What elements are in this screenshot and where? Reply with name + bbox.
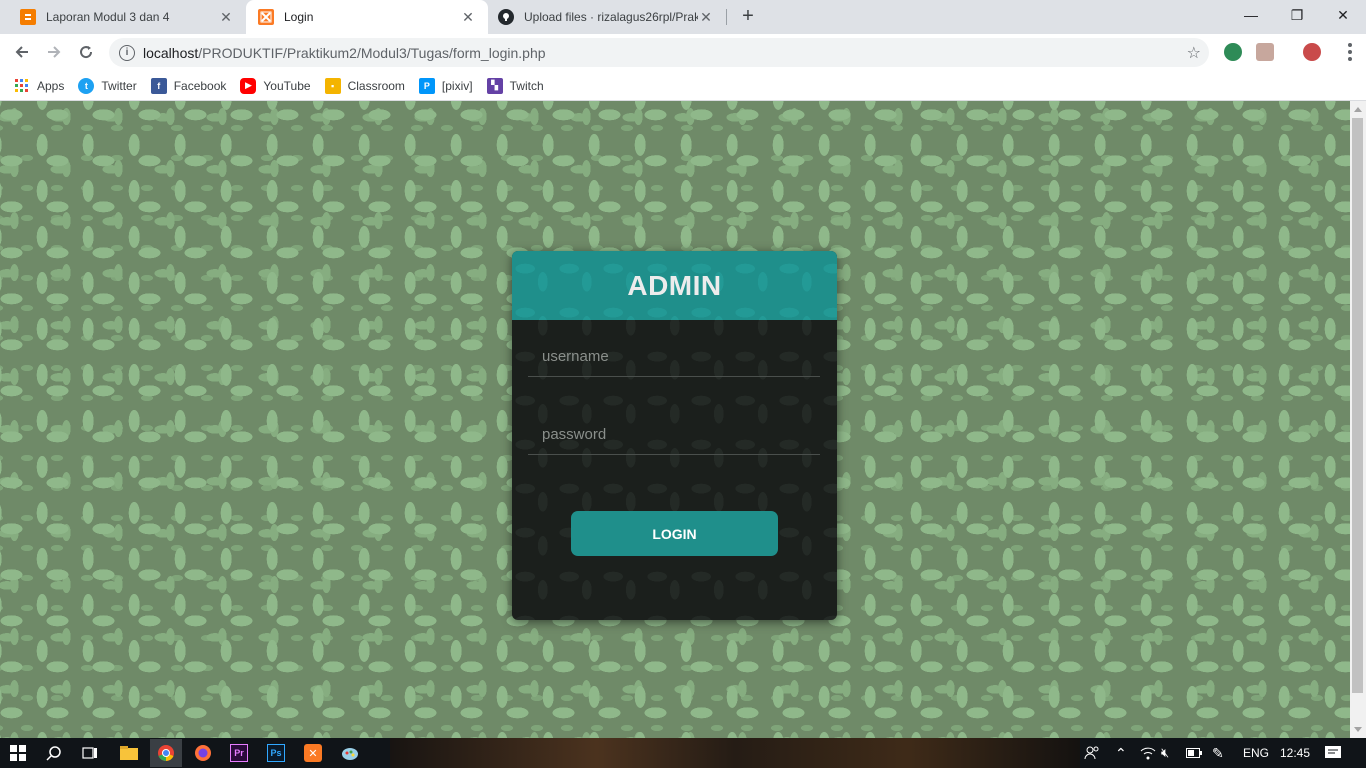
windows-taskbar: Pr Ps ✕ ⌃ 🔇︎ ✎ ENG 12:45 (0, 738, 1366, 768)
bookmark-twitch[interactable]: ▚ Twitch (486, 77, 544, 94)
minimize-button[interactable]: — (1228, 0, 1274, 30)
people-icon[interactable] (1084, 738, 1100, 768)
back-button[interactable] (8, 38, 36, 66)
bookmark-label: Twitter (101, 78, 137, 93)
reload-button[interactable] (72, 38, 100, 66)
youtube-icon: ▶ (240, 77, 257, 94)
forward-arrow-icon (48, 46, 61, 58)
tab-github[interactable]: Upload files · rizalagus26rpl/Prak ✕ (486, 0, 726, 34)
maximize-button[interactable]: ❐ (1274, 0, 1320, 30)
url-host: localhost (143, 44, 199, 61)
tab-laporan[interactable]: Laporan Modul 3 dan 4 ✕ (8, 0, 246, 34)
browser-toolbar: i localhost/PRODUKTIF/Praktikum2/Modul3/… (0, 34, 1366, 71)
bookmark-label: Apps (37, 78, 65, 93)
tab-separator (726, 9, 727, 25)
profile-avatar[interactable] (1303, 43, 1321, 61)
twitter-icon: t (78, 77, 95, 94)
classroom-icon: ▪ (324, 77, 341, 94)
back-arrow-icon (15, 46, 28, 58)
photoshop-icon[interactable]: Ps (263, 741, 289, 765)
firefox-icon[interactable] (190, 741, 216, 765)
reload-icon (80, 46, 93, 59)
bookmark-classroom[interactable]: ▪ Classroom (324, 77, 405, 94)
login-card: ADMIN LOGIN (512, 251, 837, 620)
info-icon[interactable]: i (119, 44, 135, 61)
task-view-icon[interactable] (77, 741, 103, 765)
username-field[interactable] (528, 337, 820, 377)
address-bar[interactable]: i localhost/PRODUKTIF/Praktikum2/Modul3/… (109, 38, 1209, 67)
bookmarks-bar: Apps t Twitter f Facebook ▶ YouTube ▪ Cl… (0, 71, 1366, 101)
xampp-icon (258, 9, 274, 25)
bookmark-star-icon[interactable]: ☆ (1187, 43, 1201, 63)
wifi-icon[interactable] (1140, 738, 1156, 768)
forward-button[interactable] (40, 38, 68, 66)
apps-grid-icon (14, 78, 30, 94)
clock[interactable]: 12:45 (1280, 738, 1310, 768)
twitch-icon: ▚ (486, 77, 503, 94)
action-center-icon[interactable] (1325, 738, 1341, 768)
login-title: ADMIN (627, 269, 722, 301)
blogger-icon (20, 9, 36, 25)
facebook-icon: f (150, 77, 167, 94)
bookmark-label: [pixiv] (441, 78, 473, 93)
language-indicator[interactable]: ENG (1243, 738, 1269, 768)
bookmark-label: Classroom (347, 78, 405, 93)
close-tab-icon[interactable]: ✕ (460, 9, 476, 25)
paint-app-icon[interactable] (337, 741, 363, 765)
volume-muted-icon[interactable]: 🔇︎ (1161, 738, 1169, 768)
extension-pdf-icon[interactable] (1256, 43, 1274, 61)
new-tab-button[interactable]: + (736, 5, 760, 29)
scrollbar-thumb[interactable] (1352, 118, 1363, 693)
extension-globe-icon[interactable] (1224, 43, 1242, 61)
password-input[interactable] (528, 415, 820, 454)
bookmark-label: Twitch (509, 78, 544, 93)
file-explorer-icon[interactable] (116, 741, 142, 765)
xampp-taskbar-icon[interactable]: ✕ (300, 741, 326, 765)
premiere-icon[interactable]: Pr (226, 741, 252, 765)
bookmark-facebook[interactable]: f Facebook (150, 77, 227, 94)
page-background: ADMIN LOGIN (0, 101, 1350, 738)
username-input[interactable] (528, 337, 820, 376)
bookmark-label: Facebook (173, 78, 227, 93)
login-button[interactable]: LOGIN (571, 511, 778, 556)
tab-strip: Laporan Modul 3 dan 4 ✕ Login ✕ Upload f… (0, 0, 1366, 34)
search-icon[interactable] (41, 741, 67, 765)
tab-title: Upload files · rizalagus26rpl/Prak (524, 10, 698, 24)
bookmark-apps[interactable]: Apps (14, 78, 64, 94)
battery-icon[interactable] (1186, 738, 1202, 768)
bookmark-twitter[interactable]: t Twitter (78, 77, 137, 94)
pen-ink-icon[interactable]: ✎ (1212, 738, 1224, 768)
bookmark-label: YouTube (263, 78, 311, 93)
scroll-down-arrow-icon[interactable] (1354, 727, 1362, 732)
password-field[interactable] (528, 415, 820, 455)
close-tab-icon[interactable]: ✕ (698, 9, 714, 25)
github-icon (498, 9, 514, 25)
scroll-up-arrow-icon[interactable] (1354, 107, 1362, 112)
bookmark-pixiv[interactable]: P [pixiv] (418, 77, 473, 94)
url-path: /PRODUKTIF/Praktikum2/Modul3/Tugas/form_… (198, 44, 546, 61)
pixiv-icon: P (418, 77, 435, 94)
tray-chevron-up-icon[interactable]: ⌃ (1115, 738, 1127, 768)
windows-start-icon[interactable] (5, 741, 31, 765)
login-card-header: ADMIN (512, 251, 837, 320)
close-tab-icon[interactable]: ✕ (218, 9, 234, 25)
page-scrollbar[interactable] (1350, 101, 1366, 738)
close-window-button[interactable]: ✕ (1320, 0, 1366, 30)
tab-login[interactable]: Login ✕ (246, 0, 488, 34)
bookmark-youtube[interactable]: ▶ YouTube (240, 77, 311, 94)
chrome-taskbar-icon[interactable] (150, 739, 182, 767)
tab-title: Login (284, 10, 314, 24)
taskbar-wallpaper-strip (390, 738, 1080, 768)
tab-title: Laporan Modul 3 dan 4 (46, 10, 170, 24)
chrome-menu-icon[interactable] (1348, 43, 1352, 61)
